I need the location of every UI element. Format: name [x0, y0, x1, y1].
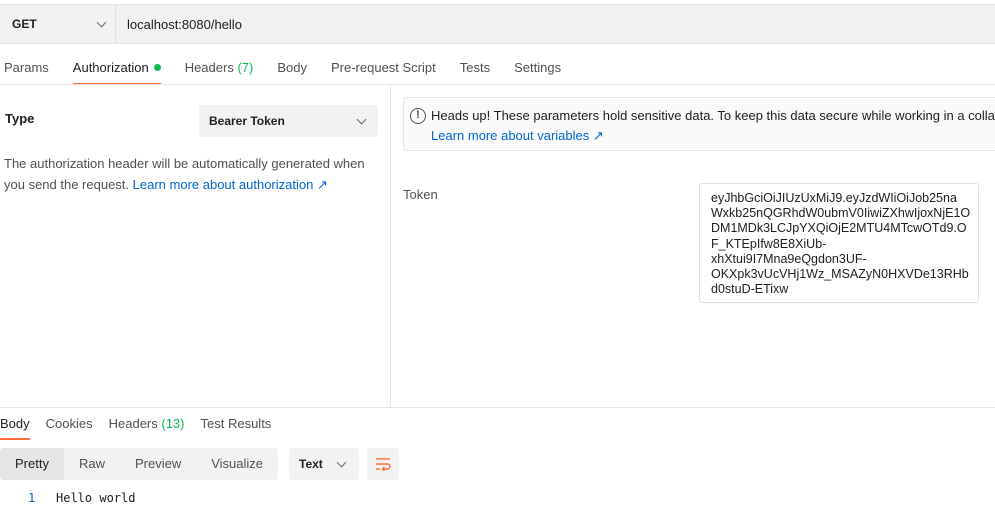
- tab-settings[interactable]: Settings: [514, 56, 561, 84]
- status-dot-icon: [153, 64, 161, 71]
- view-preview-button[interactable]: Preview: [120, 448, 196, 480]
- format-value: Text: [299, 457, 323, 471]
- method-select[interactable]: GET: [0, 5, 116, 43]
- auth-type-label: Type: [5, 111, 35, 126]
- view-visualize-button[interactable]: Visualize: [196, 448, 278, 480]
- tab-body[interactable]: Body: [277, 56, 307, 84]
- request-bar: GET localhost:8080/hello: [0, 4, 995, 44]
- tab-label: Headers: [108, 416, 158, 431]
- url-input[interactable]: localhost:8080/hello: [116, 17, 242, 32]
- tab-label: Authorization: [72, 60, 149, 75]
- response-tabs: Body Cookies Headers (13) Test Results: [0, 414, 287, 440]
- exclamation-icon: !: [410, 108, 426, 124]
- chevron-down-icon: [336, 457, 347, 467]
- token-text-line: Wxkb25nQGRhdW0ubmV0IiwiZXhwIjoxNjE1O: [711, 206, 971, 221]
- token-text-line: xhXtui9I7Mna9eQgdon3UF-: [711, 251, 867, 266]
- divider: [0, 84, 995, 85]
- tab-label: Pre-request Script: [330, 60, 436, 75]
- tab-params[interactable]: Params: [4, 56, 49, 84]
- tab-label: Test Results: [200, 416, 272, 431]
- tab-count: (13): [161, 416, 185, 431]
- chevron-down-icon: [356, 114, 367, 124]
- auth-type-value: Bearer Token: [209, 114, 285, 128]
- token-text-line: F_KTEpIfw8E8XiUb-: [711, 236, 827, 251]
- response-tab-cookies[interactable]: Cookies: [46, 414, 93, 440]
- tab-pre-request-script[interactable]: Pre-request Script: [331, 56, 436, 84]
- tab-label: Params: [4, 60, 49, 75]
- token-input[interactable]: eyJhbGciOiJIUzUxMiJ9.eyJzdWIiOiJob25na W…: [699, 183, 979, 303]
- tab-label: Body: [277, 60, 307, 75]
- tab-tests[interactable]: Tests: [460, 56, 490, 84]
- learn-more-authorization-link[interactable]: Learn more about authorization ↗: [133, 177, 328, 192]
- response-tab-test-results[interactable]: Test Results: [201, 414, 272, 440]
- auth-type-select[interactable]: Bearer Token: [199, 105, 378, 137]
- sensitive-data-warning: ! Heads up! These parameters hold sensit…: [403, 97, 995, 151]
- token-label: Token: [403, 187, 438, 202]
- tab-label: Body: [0, 416, 30, 431]
- response-divider[interactable]: [0, 407, 995, 408]
- view-pretty-button[interactable]: Pretty: [0, 448, 64, 480]
- warning-text: Heads up! These parameters hold sensitiv…: [431, 108, 995, 123]
- learn-more-variables-link[interactable]: Learn more about variables ↗: [431, 128, 604, 144]
- tab-label: Settings: [514, 60, 562, 75]
- pane-divider: [390, 85, 391, 407]
- tab-label: Tests: [459, 60, 491, 75]
- wrap-lines-icon: [376, 458, 391, 471]
- tab-authorization[interactable]: Authorization: [72, 56, 161, 85]
- view-mode-switcher: Pretty Raw Preview Visualize: [0, 448, 279, 480]
- token-text-line: OKXpk3vUcVHj1Wz_MSAZyN0HXVDe13RHb: [711, 267, 969, 282]
- request-tabs: Params Authorization Headers (7) Body Pr…: [0, 56, 995, 85]
- method-label: GET: [12, 17, 37, 31]
- view-raw-button[interactable]: Raw: [64, 448, 120, 480]
- response-tab-body[interactable]: Body: [0, 414, 30, 440]
- response-tab-headers[interactable]: Headers (13): [109, 414, 185, 440]
- line-number: 1: [28, 491, 36, 505]
- tab-headers[interactable]: Headers (7): [185, 56, 254, 84]
- format-select[interactable]: Text: [289, 448, 359, 480]
- chevron-down-icon: [96, 17, 107, 27]
- token-text-line: eyJhbGciOiJIUzUxMiJ9.eyJzdWIiOiJob25na: [711, 191, 957, 205]
- tab-count: (7): [237, 60, 254, 75]
- token-text-line: DM1MDk3LCJpYXQiOjE2MTU4MTcwOTd9.O: [711, 221, 967, 236]
- token-text-line: d0stuD-ETixw: [711, 282, 789, 297]
- wrap-lines-button[interactable]: [367, 448, 399, 480]
- response-body-text: Hello world: [56, 491, 136, 505]
- tab-label: Headers: [184, 60, 234, 75]
- auth-description: The authorization header will be automat…: [4, 153, 376, 195]
- tab-label: Cookies: [45, 416, 93, 431]
